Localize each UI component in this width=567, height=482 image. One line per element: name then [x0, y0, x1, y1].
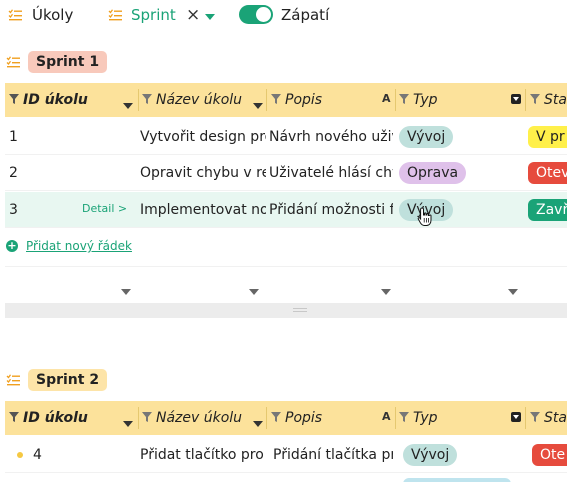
chevron-down-icon[interactable] — [253, 97, 263, 113]
filter-icon[interactable] — [9, 92, 19, 108]
cell-status[interactable]: Otev — [528, 155, 567, 191]
column-header-name[interactable]: Název úkolu — [142, 83, 242, 117]
footer-toggle-label: Zápatí — [281, 6, 330, 24]
cell-name[interactable]: Opravit chybu v reg — [140, 155, 266, 191]
cell-description[interactable]: Návrh nového uživ — [269, 119, 393, 155]
chevron-down-icon[interactable] — [121, 283, 131, 299]
column-header-id[interactable]: ID úkolu — [9, 401, 88, 435]
hand-cursor-icon — [417, 207, 433, 231]
group-badge[interactable]: Sprint 1 — [28, 51, 108, 73]
filter-icon[interactable] — [399, 92, 409, 108]
column-divider[interactable] — [395, 407, 396, 429]
filter-icon[interactable] — [399, 410, 409, 426]
add-row-label[interactable]: Přidat nový řádek — [26, 239, 132, 253]
chevron-down-icon[interactable] — [123, 415, 133, 431]
cell-description[interactable]: Přidání tlačítka pr — [273, 437, 393, 473]
chevron-down-icon[interactable] — [253, 415, 263, 431]
column-divider[interactable] — [138, 407, 139, 429]
filter-icon[interactable] — [530, 92, 540, 108]
status-badge: V pr — [528, 126, 567, 148]
column-header-status[interactable]: Stav — [530, 83, 567, 117]
column-header-id[interactable]: ID úkolu — [9, 83, 88, 117]
cell-status[interactable]: Ote — [532, 437, 567, 473]
table-row[interactable]: 3 Detail > Implementovat nov Přidání mož… — [5, 192, 567, 228]
cell-status[interactable]: Zavř — [528, 192, 567, 228]
add-row-button[interactable]: + Přidat nový řádek — [5, 238, 305, 256]
checklist-icon — [108, 9, 123, 25]
group-header-sprint-2: Sprint 2 — [0, 367, 567, 393]
checklist-icon — [8, 9, 23, 25]
column-divider[interactable] — [525, 89, 526, 111]
filter-icon[interactable] — [142, 410, 152, 426]
dropdown-column-icon[interactable] — [511, 94, 521, 104]
table-row[interactable]: 1 Vytvořit design pro Návrh nového uživ … — [5, 119, 567, 155]
group-badge[interactable]: Sprint 2 — [28, 369, 108, 391]
table-footer — [5, 266, 567, 302]
row-dot-icon — [17, 452, 23, 458]
plus-icon: + — [6, 239, 18, 252]
cell-name[interactable]: Implementovat nov — [140, 192, 266, 228]
text-sort-icon[interactable]: A — [382, 92, 391, 105]
column-header-type[interactable]: Typ — [399, 401, 438, 435]
cell-id[interactable]: 2 — [9, 155, 134, 191]
close-icon[interactable]: × — [186, 5, 200, 25]
views-button[interactable]: Úkoly — [32, 6, 73, 24]
column-header-status[interactable]: Stav — [530, 401, 567, 435]
column-header-type[interactable]: Typ — [399, 83, 438, 117]
cell-status[interactable]: V pr — [528, 119, 567, 155]
type-tag: Oprava — [399, 162, 467, 184]
column-header-name[interactable]: Název úkolu — [142, 401, 242, 435]
chevron-down-icon[interactable] — [508, 283, 518, 299]
drag-handle-icon[interactable] — [293, 308, 307, 312]
type-tag: Vývoj — [399, 126, 454, 148]
dropdown-column-icon[interactable] — [511, 412, 521, 422]
checklist-icon — [6, 374, 21, 390]
column-divider[interactable] — [395, 89, 396, 111]
group-splitter[interactable] — [5, 303, 567, 318]
status-badge: Zavř — [528, 199, 567, 221]
table-row[interactable]: 2 Opravit chybu v reg Uživatelé hlásí ch… — [5, 155, 567, 191]
cell-id[interactable]: 4 — [17, 437, 134, 473]
detail-link[interactable]: Detail > — [82, 202, 127, 215]
next-row-tag — [403, 478, 511, 482]
status-badge: Ote — [532, 444, 567, 466]
text-sort-icon[interactable]: A — [382, 410, 391, 423]
group-header-sprint-1: Sprint 1 — [0, 49, 567, 75]
column-divider[interactable] — [266, 407, 267, 429]
type-tag: Vývoj — [403, 444, 458, 466]
filter-icon[interactable] — [142, 92, 152, 108]
cell-type[interactable]: Vývoj — [399, 119, 523, 155]
column-divider[interactable] — [138, 89, 139, 111]
status-badge: Otev — [528, 162, 567, 184]
column-header-description[interactable]: Popis — [271, 401, 322, 435]
caret-down-icon[interactable] — [205, 9, 215, 25]
column-header-description[interactable]: Popis — [271, 83, 322, 117]
footer-toggle[interactable] — [239, 5, 273, 24]
filter-icon[interactable] — [530, 410, 540, 426]
cell-type[interactable]: Oprava — [399, 155, 523, 191]
checklist-icon — [6, 56, 21, 72]
filter-icon[interactable] — [271, 92, 281, 108]
cell-type[interactable]: Vývoj — [403, 437, 523, 473]
cell-description[interactable]: Uživatelé hlásí chy — [269, 155, 393, 191]
cell-name[interactable]: Přidat tlačítko pro s — [140, 437, 266, 473]
filter-icon[interactable] — [9, 410, 19, 426]
cell-id[interactable]: 1 — [9, 119, 134, 155]
toolbar: Úkoly Sprint × Zápatí — [0, 0, 567, 30]
column-divider[interactable] — [266, 89, 267, 111]
cell-name[interactable]: Vytvořit design pro — [140, 119, 266, 155]
cell-description[interactable]: Přidání možnosti fi — [269, 192, 393, 228]
chevron-down-icon[interactable] — [123, 97, 133, 113]
group-by-button[interactable]: Sprint — [131, 6, 176, 24]
filter-icon[interactable] — [271, 410, 281, 426]
table-row[interactable]: 4 Přidat tlačítko pro s Přidání tlačítka… — [5, 437, 567, 473]
table-header: ID úkolu Název úkolu Popis A Typ Stav — [5, 83, 567, 117]
column-divider[interactable] — [525, 407, 526, 429]
table-header: ID úkolu Název úkolu Popis A Typ Stav — [5, 401, 567, 435]
chevron-down-icon[interactable] — [381, 283, 391, 299]
chevron-down-icon[interactable] — [249, 283, 259, 299]
toggle-knob — [256, 7, 271, 22]
cell-id[interactable]: 3 — [9, 192, 79, 228]
